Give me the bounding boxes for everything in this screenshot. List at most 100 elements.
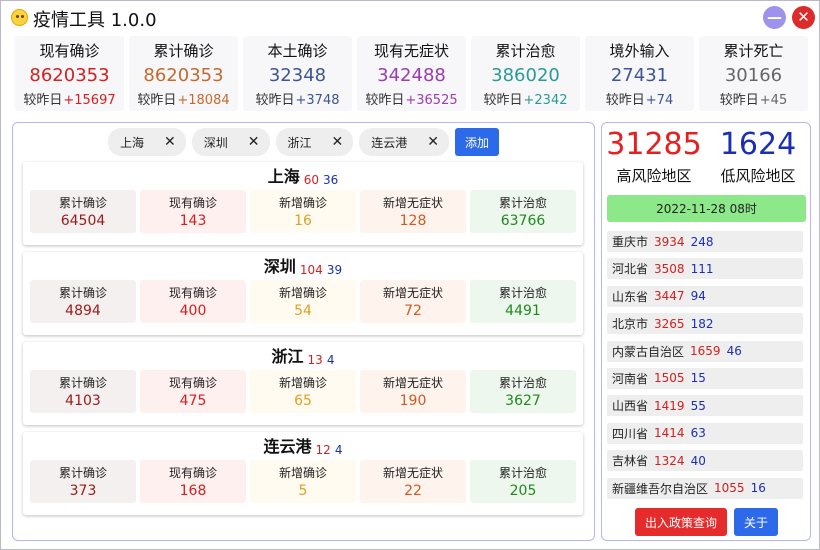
stat-value: 27431 <box>610 65 669 86</box>
city-stat-cell: 新增确诊 54 <box>250 280 356 323</box>
province-risk-item: 河南省 1505 15 <box>607 367 803 389</box>
app-window: 疫情工具 1.0.0 — ✕ 现有确诊 8620353 较昨日+15697 累计确诊 8… <box>0 0 820 550</box>
stat-value: 32348 <box>268 65 327 86</box>
low-risk-count: 1624 <box>719 127 797 162</box>
province-low-risk-count: 46 <box>726 344 742 359</box>
city-card: 深圳 104 39 累计确诊 4894 现有确诊 400 新增确诊 54 新增无症状 72 累计治愈 4… <box>23 252 583 335</box>
province-high-risk-count: 1414 <box>654 426 685 441</box>
province-high-risk-count: 1055 <box>714 481 745 496</box>
close-icon: ✕ <box>797 8 810 26</box>
city-stat-value: 72 <box>404 303 422 319</box>
city-stat-cell: 新增无症状 128 <box>360 190 466 233</box>
city-card-list: 上海 60 36 累计确诊 64504 现有确诊 143 新增确诊 16 新增无症状 128 累计治愈… <box>23 162 583 522</box>
high-risk-count: 31285 <box>606 127 702 162</box>
title-bar[interactable]: 疫情工具 1.0.0 — ✕ <box>1 1 819 34</box>
city-chip-label: 连云港 <box>371 135 408 150</box>
stat-card: 现有确诊 8620353 较昨日+15697 <box>15 36 124 111</box>
stat-delta-value: +2342 <box>523 93 568 108</box>
province-name: 河南省 <box>612 371 649 386</box>
city-stat-row: 累计确诊 4894 现有确诊 400 新增确诊 54 新增无症状 72 累计治愈 4491 <box>23 280 583 323</box>
stat-card: 累计确诊 8620353 较昨日+18084 <box>129 36 238 111</box>
stat-delta-value: +18084 <box>177 93 230 108</box>
city-stat-cell: 现有确诊 143 <box>140 190 246 233</box>
city-chip-label: 深圳 <box>203 135 228 150</box>
city-stat-label: 新增无症状 <box>382 286 443 300</box>
province-name: 北京市 <box>612 317 649 332</box>
city-chip[interactable]: 连云港 ✕ <box>359 128 449 156</box>
stat-card: 本土确诊 32348 较昨日+3748 <box>243 36 352 111</box>
city-stat-value: 64504 <box>60 213 106 229</box>
travel-policy-button[interactable]: 出入政策查询 <box>635 508 727 536</box>
city-chip[interactable]: 上海 ✕ <box>108 128 186 156</box>
stat-delta: 较昨日+2342 <box>484 89 568 108</box>
stat-value: 386020 <box>491 65 560 86</box>
city-low-risk-count: 36 <box>323 173 339 187</box>
city-stat-label: 现有确诊 <box>168 376 217 390</box>
minimize-button[interactable]: — <box>763 6 786 29</box>
province-high-risk-count: 1505 <box>654 371 685 386</box>
close-icon[interactable]: ✕ <box>427 134 439 150</box>
city-stat-label: 新增无症状 <box>382 376 443 390</box>
close-button[interactable]: ✕ <box>792 6 815 29</box>
close-icon[interactable]: ✕ <box>248 134 260 150</box>
city-card: 连云港 12 4 累计确诊 373 现有确诊 168 新增确诊 5 新增无症状 22 累计治愈 205 <box>23 432 583 515</box>
stat-value: 8620353 <box>29 65 110 86</box>
city-stat-value: 4103 <box>65 393 101 409</box>
city-stat-row: 累计确诊 4103 现有确诊 475 新增确诊 65 新增无症状 190 累计治愈 3627 <box>23 370 583 413</box>
city-stat-cell: 累计治愈 3627 <box>470 370 576 413</box>
risk-summary: 31285 高风险地区 1624 低风险地区 <box>602 127 810 186</box>
about-button[interactable]: 关于 <box>734 508 778 536</box>
city-stat-cell: 累计治愈 205 <box>470 460 576 503</box>
stat-delta-value: +74 <box>645 93 674 108</box>
city-chip[interactable]: 深圳 ✕ <box>191 128 270 156</box>
stat-delta-value: +45 <box>759 93 788 108</box>
low-risk-summary: 1624 低风险地区 <box>706 127 810 186</box>
stat-delta-prefix: 较昨日 <box>23 93 63 108</box>
province-low-risk-count: 94 <box>690 289 706 304</box>
city-stat-cell: 累计确诊 64504 <box>30 190 136 233</box>
city-name: 深圳 <box>263 257 296 276</box>
stat-label: 现有确诊 <box>39 42 100 60</box>
stat-value: 8620353 <box>143 65 224 86</box>
city-stat-cell: 累计确诊 373 <box>30 460 136 503</box>
add-city-button[interactable]: 添加 <box>455 128 499 156</box>
city-stat-label: 累计确诊 <box>58 286 107 300</box>
city-stat-label: 新增确诊 <box>278 196 327 210</box>
city-chip[interactable]: 浙江 ✕ <box>275 128 354 156</box>
province-high-risk-count: 3447 <box>654 289 685 304</box>
province-high-risk-count: 3508 <box>654 261 685 276</box>
city-stat-value: 22 <box>404 483 422 499</box>
close-icon[interactable]: ✕ <box>164 134 176 150</box>
province-high-risk-count: 3934 <box>654 234 685 249</box>
high-risk-summary: 31285 高风险地区 <box>602 127 706 186</box>
stat-delta-prefix: 较昨日 <box>365 93 405 108</box>
city-stat-value: 4491 <box>505 303 541 319</box>
city-stat-value: 400 <box>179 303 207 319</box>
province-low-risk-count: 55 <box>690 398 706 413</box>
low-risk-label: 低风险地区 <box>720 167 796 185</box>
close-icon[interactable]: ✕ <box>332 134 344 150</box>
high-risk-label: 高风险地区 <box>616 167 692 185</box>
city-stat-value: 143 <box>179 213 207 229</box>
stat-delta: 较昨日+18084 <box>137 89 229 108</box>
city-high-risk-count: 12 <box>315 443 331 457</box>
city-stat-value: 4894 <box>65 303 101 319</box>
city-stat-label: 累计确诊 <box>58 466 107 480</box>
city-card-header: 连云港 12 4 <box>23 432 583 460</box>
city-stat-cell: 现有确诊 168 <box>140 460 246 503</box>
city-name: 上海 <box>267 167 300 186</box>
province-risk-list: 重庆市 3934 248 河北省 3508 111 山东省 3447 94 北京市 3265 182 内… <box>607 231 803 505</box>
province-name: 新疆维吾尔自治区 <box>612 481 709 496</box>
city-stat-label: 新增确诊 <box>278 286 327 300</box>
stat-delta-prefix: 较昨日 <box>255 93 295 108</box>
city-stat-label: 新增确诊 <box>278 466 327 480</box>
province-high-risk-count: 1419 <box>654 398 685 413</box>
province-name: 山东省 <box>612 289 649 304</box>
city-chip-label: 上海 <box>120 135 145 150</box>
stat-label: 现有无症状 <box>373 42 449 60</box>
province-risk-item: 北京市 3265 182 <box>607 313 803 335</box>
province-risk-item: 山东省 3447 94 <box>607 285 803 307</box>
city-high-risk-count: 60 <box>303 173 319 187</box>
city-stat-label: 累计确诊 <box>58 196 107 210</box>
city-stat-label: 累计治愈 <box>498 466 547 480</box>
